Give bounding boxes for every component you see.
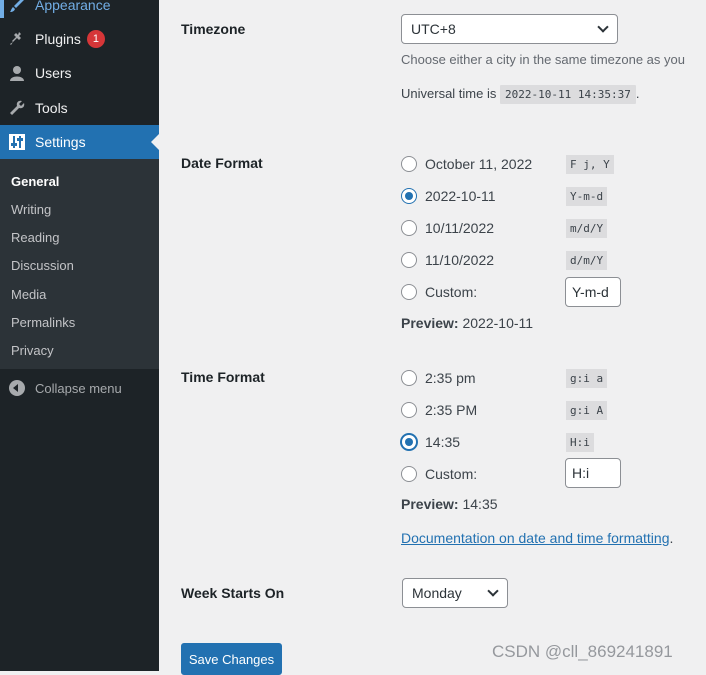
chevron-down-icon [487, 585, 499, 597]
menu-item-appearance[interactable]: Appearance [0, 0, 159, 22]
time-format-label: Time Format [181, 369, 265, 385]
submenu-privacy[interactable]: Privacy [11, 343, 54, 358]
date-option-2[interactable]: 2022-10-11 [401, 186, 496, 206]
menu-label-settings: Settings [35, 134, 86, 150]
date-option-label: 10/11/2022 [425, 220, 495, 236]
date-option-1[interactable]: October 11, 2022 [401, 154, 532, 174]
time-option-label: 2:35 pm [425, 370, 476, 386]
menu-label-appearance: Appearance [35, 0, 111, 13]
documentation-link-row: Documentation on date and time formattin… [401, 530, 673, 546]
time-option-label: 14:35 [425, 434, 461, 450]
time-option-1[interactable]: 2:35 pm [401, 368, 476, 388]
time-option-3[interactable]: 14:35 [401, 432, 460, 452]
radio-button[interactable] [401, 402, 417, 418]
date-option-custom[interactable]: Custom: [401, 282, 477, 302]
date-option-label: October 11, 2022 [425, 156, 533, 172]
menu-label-tools: Tools [35, 100, 68, 116]
date-option-3[interactable]: 10/11/2022 [401, 218, 494, 238]
radio-button-checked[interactable] [401, 434, 417, 450]
date-preview-label: Preview: [401, 315, 459, 331]
menu-item-plugins[interactable]: Plugins 1 [0, 22, 159, 56]
custom-date-format-input[interactable]: Y-m-d [565, 277, 621, 307]
radio-button[interactable] [401, 370, 417, 386]
date-format-code: Y-m-d [566, 187, 608, 206]
menu-label-users: Users [35, 65, 72, 81]
time-preview-label: Preview: [401, 496, 459, 512]
date-format-code: d/m/Y [566, 251, 608, 270]
menu-item-users[interactable]: Users [0, 56, 159, 90]
admin-sidebar: Appearance Plugins 1 Users Tools Setting… [0, 0, 159, 671]
radio-button[interactable] [401, 220, 417, 236]
wrench-icon [7, 98, 27, 118]
time-preview: Preview: 14:35 [401, 496, 498, 512]
time-option-label: Custom: [425, 466, 478, 482]
collapse-menu-button[interactable]: Collapse menu [0, 375, 159, 401]
radio-button[interactable] [401, 466, 417, 482]
menu-item-settings[interactable]: Settings [0, 125, 159, 159]
user-icon [7, 63, 27, 83]
collapse-arrow-icon [9, 380, 25, 396]
week-starts-select[interactable]: Monday [402, 578, 508, 608]
universal-time-prefix: Universal time is [401, 86, 497, 101]
radio-button[interactable] [401, 156, 417, 172]
date-preview: Preview: 2022-10-11 [401, 315, 533, 331]
save-changes-button[interactable]: Save Changes [181, 643, 282, 675]
custom-time-format-input[interactable]: H:i [565, 458, 621, 488]
date-option-label: 11/10/2022 [425, 252, 495, 268]
submenu-media[interactable]: Media [11, 287, 46, 302]
submenu-permalinks[interactable]: Permalinks [11, 315, 75, 330]
time-format-code: g:i a [566, 369, 608, 388]
universal-time-line: Universal time is 2022-10-11 14:35:37. [401, 85, 640, 104]
radio-button[interactable] [401, 252, 417, 268]
week-starts-label: Week Starts On [181, 585, 285, 601]
time-format-code: H:i [566, 433, 594, 452]
timezone-select[interactable]: UTC+8 [401, 14, 618, 44]
documentation-link-suffix: . [669, 530, 674, 546]
time-option-2[interactable]: 2:35 PM [401, 400, 477, 420]
menu-item-tools[interactable]: Tools [0, 91, 159, 125]
date-format-code: F j, Y [566, 155, 614, 174]
chevron-down-icon [597, 21, 609, 33]
settings-sliders-icon [7, 132, 27, 152]
date-preview-value: 2022-10-11 [462, 315, 534, 331]
timezone-description: Choose either a city in the same timezon… [401, 52, 685, 67]
time-option-label: 2:35 PM [425, 402, 478, 418]
week-starts-value: Monday [412, 585, 462, 601]
universal-time-suffix: . [635, 86, 640, 101]
paintbrush-icon [7, 0, 27, 15]
update-count-badge: 1 [86, 30, 105, 48]
date-option-label: Custom: [425, 284, 478, 300]
current-strip [0, 0, 4, 18]
date-option-4[interactable]: 11/10/2022 [401, 250, 494, 270]
time-option-custom[interactable]: Custom: [401, 464, 477, 484]
watermark: CSDN @cll_869241891 [492, 642, 673, 661]
date-option-label: 2022-10-11 [425, 188, 496, 204]
settings-submenu: General Writing Reading Discussion Media… [0, 159, 159, 369]
radio-button[interactable] [401, 284, 417, 300]
date-format-label: Date Format [181, 155, 263, 171]
time-format-code: g:i A [566, 401, 608, 420]
date-format-code: m/d/Y [566, 219, 608, 238]
timezone-label: Timezone [181, 21, 246, 37]
time-preview-value: 14:35 [462, 496, 498, 512]
documentation-link[interactable]: Documentation on date and time formattin… [401, 530, 670, 546]
plugin-icon [7, 29, 27, 49]
timezone-value: UTC+8 [411, 21, 456, 37]
submenu-writing[interactable]: Writing [11, 202, 51, 217]
submenu-discussion[interactable]: Discussion [11, 258, 74, 273]
universal-time-value: 2022-10-11 14:35:37 [499, 85, 636, 104]
menu-label-plugins: Plugins [35, 31, 81, 47]
submenu-reading[interactable]: Reading [11, 230, 59, 245]
collapse-menu-label: Collapse menu [35, 380, 122, 396]
radio-button-checked[interactable] [401, 188, 417, 204]
submenu-general[interactable]: General [11, 174, 59, 189]
